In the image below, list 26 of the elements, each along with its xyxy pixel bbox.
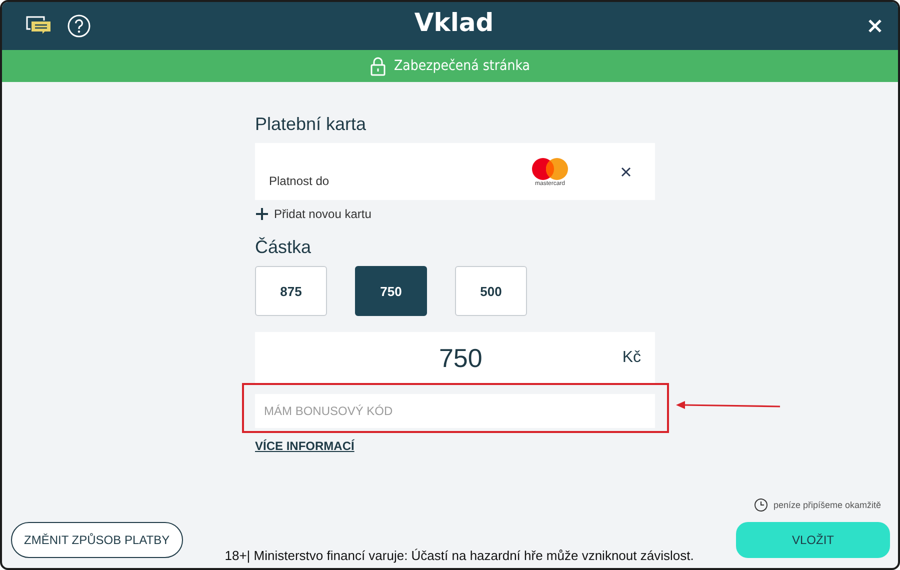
disclaimer-text: 18+| Ministerstvo financí varuje: Účastí na hazardní hře může vzniknout závislost. — [224, 548, 695, 563]
amount-value: 750 — [438, 342, 484, 374]
help-icon[interactable] — [67, 14, 91, 38]
close-icon[interactable] — [868, 19, 882, 33]
amount-button[interactable]: 500 — [455, 266, 527, 316]
change-method-button[interactable]: ZMĚNIT ZPŮSOB PLATBY — [11, 522, 183, 558]
deposit-button[interactable]: VLOŽIT — [736, 522, 890, 558]
remove-icon[interactable] — [621, 166, 631, 176]
currency-label: Kč — [622, 349, 641, 367]
add-card-link[interactable]: Přidat novou kartu — [274, 207, 372, 221]
clock-icon — [754, 498, 768, 512]
more-info-link[interactable]: VÍCE INFORMACÍ — [255, 439, 354, 453]
window-title: Vklad — [413, 8, 495, 36]
expiry-label: Platnost do — [269, 174, 330, 188]
circles-icon — [531, 156, 569, 180]
bonus-code-field[interactable]: MÁM BONUSOVÝ KÓD — [255, 394, 655, 428]
chat-icon[interactable] — [26, 16, 52, 36]
secure-label: Zabezpečená stránka — [394, 58, 530, 74]
lock-icon — [370, 56, 386, 76]
amount-button[interactable]: 875 — [255, 266, 327, 316]
section-title: Částka — [255, 237, 312, 258]
amount-field[interactable]: 750 Kč — [255, 332, 655, 384]
amount-button[interactable]: 750 — [355, 266, 427, 316]
note-text: peníze připíšeme okamžitě — [773, 500, 881, 510]
section-title: Platební karta — [255, 114, 368, 135]
plus-icon[interactable] — [256, 208, 268, 220]
